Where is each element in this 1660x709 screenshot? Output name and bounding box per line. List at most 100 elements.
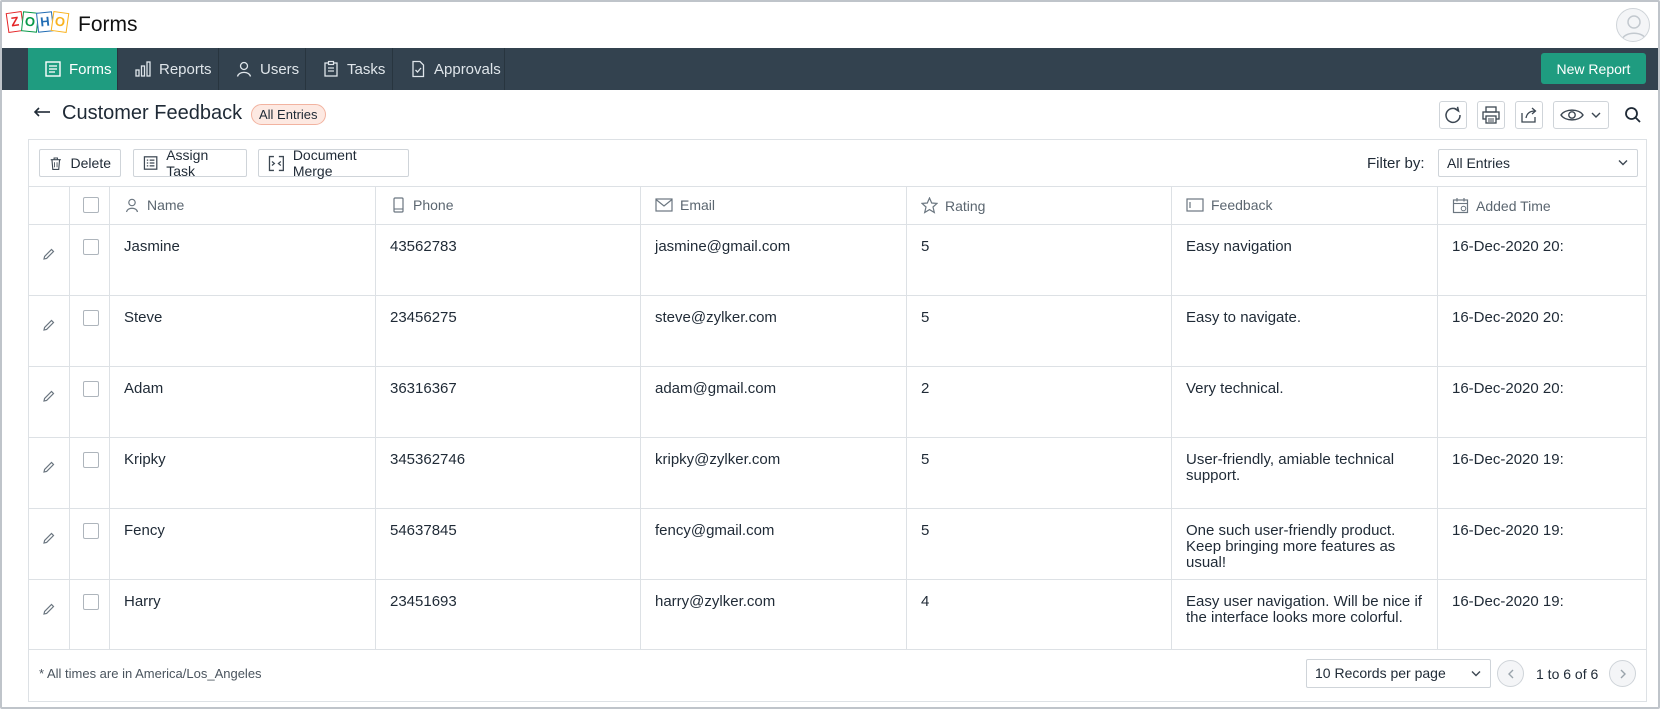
- select-all-checkbox[interactable]: [83, 197, 99, 213]
- nav-forms[interactable]: Forms: [28, 48, 118, 90]
- table-row[interactable]: Fency 54637845 fency@gmail.com 5 One suc…: [29, 508, 1646, 579]
- nav-approvals[interactable]: Approvals: [393, 48, 505, 90]
- print-button[interactable]: [1477, 101, 1505, 129]
- clipboard-icon: [324, 60, 338, 77]
- filter-label: Filter by:: [1367, 155, 1425, 172]
- calendar-icon: [1452, 198, 1469, 214]
- cell-name: Fency: [124, 522, 165, 539]
- column-feedback[interactable]: Feedback: [1171, 187, 1437, 224]
- chevron-right-icon: [1620, 669, 1626, 678]
- column-email[interactable]: Email: [640, 187, 906, 224]
- nav-tasks[interactable]: Tasks: [306, 48, 393, 90]
- table-row[interactable]: Steve 23456275 steve@zylker.com 5 Easy t…: [29, 295, 1646, 366]
- cell-phone: 43562783: [390, 238, 457, 255]
- top-header: ZOHO Forms: [2, 2, 1658, 48]
- cell-feedback: User-friendly, amiable technical support…: [1186, 451, 1395, 484]
- next-page-button[interactable]: [1609, 660, 1636, 687]
- edit-icon[interactable]: [42, 460, 56, 474]
- form-icon: [45, 61, 61, 77]
- row-checkbox[interactable]: [83, 310, 99, 326]
- text-box-icon: [1186, 198, 1204, 212]
- share-icon: [1521, 107, 1537, 123]
- nav-users[interactable]: Users: [219, 48, 306, 90]
- cell-name: Harry: [124, 593, 161, 610]
- cell-email: kripky@zylker.com: [655, 451, 781, 468]
- chevron-down-icon: [1591, 112, 1601, 118]
- task-list-icon: [143, 156, 158, 170]
- cell-rating: 5: [921, 451, 930, 468]
- bar-chart-icon: [135, 61, 151, 77]
- new-report-button[interactable]: New Report: [1541, 53, 1646, 84]
- edit-icon[interactable]: [42, 389, 56, 403]
- cell-rating: 5: [921, 309, 930, 326]
- cell-name: Kripky: [124, 451, 166, 468]
- delete-button[interactable]: Delete: [39, 149, 121, 177]
- nav-reports[interactable]: Reports: [118, 48, 219, 90]
- row-checkbox[interactable]: [83, 594, 99, 610]
- print-icon: [1482, 106, 1500, 124]
- prev-page-button[interactable]: [1497, 660, 1524, 687]
- document-merge-label: Document Merge: [292, 147, 357, 179]
- chevron-left-icon: [1507, 669, 1513, 678]
- cell-added-time: 16-Dec-2020 20:: [1452, 380, 1564, 397]
- cell-email: steve@zylker.com: [655, 309, 777, 326]
- filter-select[interactable]: All Entries: [1438, 149, 1638, 177]
- cell-added-time: 16-Dec-2020 20:: [1452, 238, 1564, 255]
- column-rating[interactable]: Rating: [906, 187, 1171, 224]
- table-row[interactable]: Jasmine 43562783 jasmine@gmail.com 5 Eas…: [29, 224, 1646, 295]
- column-added-time[interactable]: Added Time: [1437, 187, 1646, 224]
- table-row[interactable]: Adam 36316367 adam@gmail.com 2 Very tech…: [29, 366, 1646, 437]
- records-per-page-select[interactable]: 10 Records per page: [1306, 659, 1491, 688]
- assign-task-button[interactable]: Assign Task: [133, 147, 247, 179]
- edit-icon[interactable]: [42, 247, 56, 261]
- document-merge-button[interactable]: Document Merge: [258, 147, 409, 179]
- timezone-note: * All times are in America/Los_Angeles: [39, 666, 262, 681]
- row-checkbox[interactable]: [83, 452, 99, 468]
- back-arrow-icon[interactable]: [32, 105, 52, 124]
- column-name[interactable]: Name: [109, 187, 375, 224]
- row-checkbox[interactable]: [83, 381, 99, 397]
- page-range: 1 to 6 of 6: [1536, 666, 1599, 682]
- cell-email: adam@gmail.com: [655, 380, 777, 397]
- cell-feedback: Very technical.: [1186, 380, 1284, 397]
- row-checkbox[interactable]: [83, 239, 99, 255]
- entries-badge: All Entries: [251, 104, 326, 125]
- cell-added-time: 16-Dec-2020 19:: [1452, 522, 1564, 539]
- cell-rating: 5: [921, 522, 930, 539]
- cell-phone: 345362746: [390, 451, 466, 468]
- cell-rating: 5: [921, 238, 930, 255]
- row-checkbox[interactable]: [83, 523, 99, 539]
- search-icon: [1625, 107, 1641, 123]
- cell-phone: 36316367: [390, 380, 457, 397]
- eye-icon: [1560, 109, 1584, 121]
- zoho-logo: ZOHO: [5, 10, 70, 34]
- cell-email: jasmine@gmail.com: [655, 238, 791, 255]
- edit-icon[interactable]: [42, 318, 56, 332]
- nav-forms-label: Forms: [69, 60, 112, 78]
- table-row[interactable]: Kripky 345362746 kripky@zylker.com 5 Use…: [29, 437, 1646, 508]
- records-table: Name Phone Email Rating Feedback Added T…: [29, 186, 1646, 650]
- cell-feedback: One such user-friendly product. Keep bri…: [1186, 522, 1396, 571]
- user-icon: [236, 61, 252, 77]
- main-nav: Forms Reports Users Tasks Approvals New …: [2, 48, 1658, 90]
- cell-added-time: 16-Dec-2020 20:: [1452, 309, 1564, 326]
- phone-icon: [393, 197, 404, 213]
- cell-added-time: 16-Dec-2020 19:: [1452, 593, 1564, 610]
- cell-name: Jasmine: [124, 238, 180, 255]
- cell-phone: 23451693: [390, 593, 457, 610]
- filter-value: All Entries: [1447, 155, 1511, 171]
- table-header: Name Phone Email Rating Feedback Added T…: [29, 186, 1646, 224]
- search-button[interactable]: [1619, 101, 1647, 129]
- edit-icon[interactable]: [42, 531, 56, 545]
- table-row[interactable]: Harry 23451693 harry@zylker.com 4 Easy u…: [29, 579, 1646, 650]
- view-toggle-button[interactable]: [1553, 101, 1609, 129]
- assign-task-label: Assign Task: [166, 147, 209, 179]
- nav-tasks-label: Tasks: [347, 60, 386, 78]
- avatar[interactable]: [1616, 8, 1650, 42]
- cell-email: fency@gmail.com: [655, 522, 775, 539]
- share-button[interactable]: [1515, 101, 1543, 129]
- cell-phone: 23456275: [390, 309, 457, 326]
- refresh-button[interactable]: [1439, 101, 1467, 129]
- column-phone[interactable]: Phone: [375, 187, 640, 224]
- edit-icon[interactable]: [42, 602, 56, 616]
